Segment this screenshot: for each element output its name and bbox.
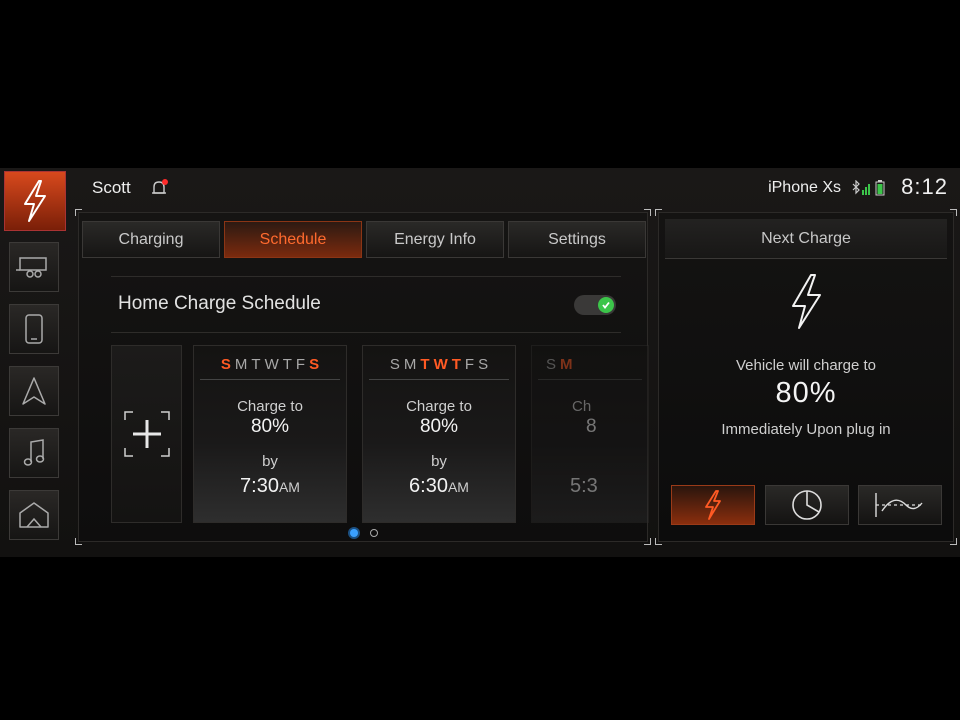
divider [538,379,642,380]
phone-icon [25,314,43,344]
day-thursday: T [451,356,465,373]
home-icon [19,502,49,528]
tab-charging[interactable]: Charging [82,221,220,258]
divider [369,379,509,380]
corner-mark [950,209,957,216]
add-schedule-button[interactable] [111,345,182,523]
next-charge-percent: 80% [775,377,837,409]
infotainment-screen: Scott iPhone Xs 8:12 Charging Schedule E… [0,168,960,557]
notification-bell-icon[interactable] [151,179,169,202]
charge-to-label: Charge to [406,398,472,415]
day-monday: M [234,356,252,373]
charge-now-button[interactable] [671,485,755,525]
battery-icon [875,180,885,201]
schedule-card[interactable]: SMTWTFS Charge to 80% by 6:30AM [362,345,516,523]
day-thursday: T [282,356,296,373]
day-sunday: S [389,356,404,373]
lightning-icon [705,490,721,520]
tab-settings[interactable]: Settings [508,221,646,258]
page-indicator-active[interactable] [350,529,358,537]
page-indicator[interactable] [370,529,378,537]
day-wednesday: W [433,356,452,373]
connected-phone-name[interactable]: iPhone Xs [768,179,841,197]
day-sunday: S [546,356,561,373]
next-charge-title: Next Charge [665,219,947,259]
corner-mark [950,538,957,545]
check-icon [598,297,614,313]
charge-to-label: Ch [572,398,592,415]
corner-mark [644,538,651,545]
by-label: by [262,453,278,470]
trailer-icon [16,257,47,278]
lightning-icon [24,180,46,222]
charge-time: 6:30AM [363,475,515,498]
schedule-card[interactable]: SM Ch 8 5:3 [531,345,649,523]
day-saturday: S [478,356,493,373]
schedule-card[interactable]: SMTWTFS Charge to 80% by 7:30AM [193,345,347,523]
next-charge-description: Vehicle will charge to [735,357,877,374]
time-ampm: AM [447,479,469,495]
schedule-toggle[interactable] [574,295,616,315]
time-value: 7:30 [240,475,279,497]
corner-mark [655,538,662,545]
music-icon [23,439,45,466]
sidebar-item-phone[interactable] [9,304,59,354]
day-tuesday: T [420,356,434,373]
day-friday: F [295,356,310,373]
time-value: 6:30 [409,475,448,497]
tab-schedule[interactable]: Schedule [224,221,362,258]
sidebar-item-navigation[interactable] [9,366,59,416]
schedule-days: SMTWTFS [363,356,515,373]
time-ampm: AM [278,479,300,495]
schedule-days: SMTWTFS [194,356,346,373]
plus-icon [123,411,170,457]
charge-percent: 8 [586,416,597,437]
user-name[interactable]: Scott [92,178,131,198]
next-charge-panel: Next Charge Vehicle will charge to 80% I… [655,209,957,545]
day-tuesday: T [251,356,265,373]
charge-rates-button[interactable] [858,485,942,525]
sidebar-item-media[interactable] [9,428,59,478]
rate-curve-icon [875,493,924,517]
clock: 8:12 [901,174,948,199]
divider [200,379,340,380]
sidebar-item-charging[interactable] [4,171,66,231]
charge-percent: 80% [250,416,290,437]
next-charge-timing: Immediately Upon plug in [721,421,891,438]
corner-mark [75,209,82,216]
charge-time: 5:3 [570,475,598,497]
day-monday: M [403,356,421,373]
charge-time: 7:30AM [194,475,346,498]
schedule-days: SM [532,356,648,373]
day-monday: M [560,356,577,373]
tab-energy-info[interactable]: Energy Info [366,221,504,258]
by-label: by [431,453,447,470]
corner-mark [655,209,662,216]
lightning-icon [792,274,821,329]
day-saturday: S [309,356,324,373]
day-wednesday: W [264,356,283,373]
corner-mark [644,209,651,216]
charge-stats-button[interactable] [765,485,849,525]
navigation-icon [22,377,46,405]
schedule-title: Home Charge Schedule [118,293,321,314]
pie-chart-icon [792,490,822,520]
bluetooth-signal-icon [851,179,873,201]
day-friday: F [464,356,479,373]
sidebar-item-home[interactable] [9,490,59,540]
sidebar-item-trailer[interactable] [9,242,59,292]
charge-to-label: Charge to [237,398,303,415]
schedule-header: Home Charge Schedule [111,276,621,333]
corner-mark [75,538,82,545]
day-sunday: S [220,356,235,373]
charging-main-panel: Charging Schedule Energy Info Settings H… [75,209,651,545]
charge-percent: 80% [419,416,459,437]
